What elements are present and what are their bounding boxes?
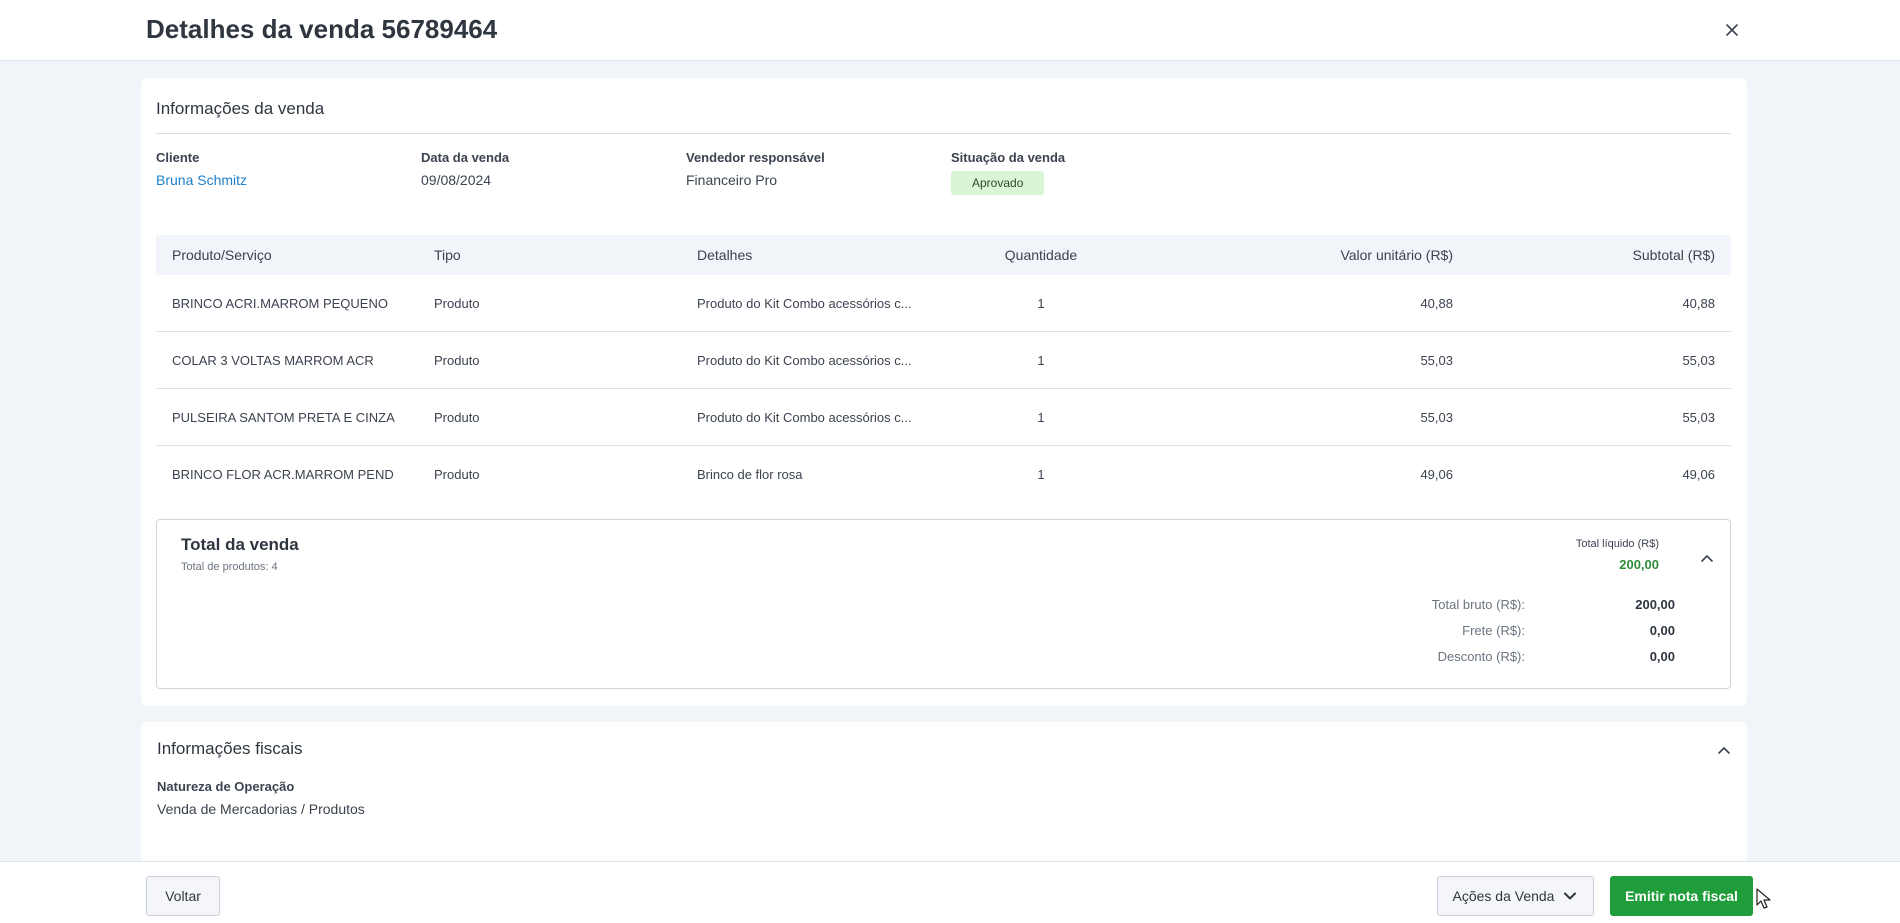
product-subtotal: 55,03 — [1682, 352, 1715, 368]
products-table: Produto/Serviço Tipo Detalhes Quantidade… — [156, 235, 1731, 503]
product-name: BRINCO FLOR ACR.MARROM PEND — [172, 467, 394, 482]
shipping-label: Frete (R$): — [1462, 623, 1525, 638]
client-field: Cliente Bruna Schmitz — [156, 150, 247, 188]
sale-actions-label: Ações da Venda — [1452, 888, 1555, 904]
collapse-fiscal-button[interactable] — [1715, 742, 1733, 760]
sale-total-title: Total da venda — [181, 535, 299, 554]
fiscal-info-card: Informações fiscais Natureza de Operação… — [141, 722, 1747, 862]
discount-label: Desconto (R$): — [1437, 649, 1525, 664]
column-header-details: Detalhes — [697, 247, 753, 263]
table-row: BRINCO FLOR ACR.MARROM PEND Produto Brin… — [156, 446, 1731, 503]
client-label: Cliente — [156, 150, 200, 165]
product-details: Produto do Kit Combo acessórios c... — [697, 409, 912, 425]
column-header-type: Tipo — [434, 247, 461, 263]
product-type: Produto — [434, 409, 480, 425]
footer-bar: Voltar Ações da Venda Emitir nota fiscal — [0, 861, 1900, 923]
sale-info-card: Informações da venda Cliente Bruna Schmi… — [141, 78, 1747, 706]
product-details: Produto do Kit Combo acessórios c... — [697, 352, 912, 368]
product-subtotal: 55,03 — [1682, 409, 1715, 425]
close-icon — [1726, 24, 1738, 36]
chevron-up-icon — [1701, 555, 1713, 562]
status-badge: Aprovado — [951, 171, 1045, 195]
product-details: Produto do Kit Combo acessórios c... — [697, 295, 912, 311]
sale-info-title: Informações da venda — [156, 99, 325, 118]
back-button[interactable]: Voltar — [146, 876, 220, 916]
table-row: BRINCO ACRI.MARROM PEQUENO Produto Produ… — [156, 275, 1731, 332]
product-count: Total de produtos: 4 — [181, 561, 278, 573]
sale-actions-button[interactable]: Ações da Venda — [1437, 876, 1594, 916]
product-quantity: 1 — [1037, 409, 1045, 425]
product-type: Produto — [434, 352, 480, 368]
client-link[interactable]: Bruna Schmitz — [156, 172, 247, 188]
chevron-up-icon — [1718, 747, 1730, 754]
gross-total-value: 200,00 — [1635, 597, 1675, 612]
net-total-label: Total líquido (R$) — [1575, 538, 1659, 550]
collapse-totals-button[interactable] — [1698, 550, 1716, 568]
page-header: Detalhes da venda 56789464 — [0, 0, 1900, 61]
product-unit-price: 40,88 — [1420, 295, 1453, 311]
fiscal-info-title: Informações fiscais — [157, 739, 303, 758]
product-type: Produto — [434, 467, 480, 482]
discount-value: 0,00 — [1649, 649, 1675, 664]
shipping-row: Frete (R$): 0,00 — [1275, 623, 1675, 643]
product-type: Produto — [434, 295, 480, 311]
product-name: PULSEIRA SANTOM PRETA E CINZA — [172, 409, 395, 425]
gross-total-row: Total bruto (R$): 200,00 — [1275, 597, 1675, 617]
seller-label: Vendedor responsável — [686, 150, 825, 165]
product-name: COLAR 3 VOLTAS MARROM ACR — [172, 352, 374, 368]
column-header-quantity: Quantidade — [1004, 247, 1078, 263]
shipping-value: 0,00 — [1649, 623, 1675, 638]
operation-nature-label: Natureza de Operação — [157, 779, 295, 794]
column-header-product: Produto/Serviço — [172, 247, 272, 263]
sale-date-value: 09/08/2024 — [421, 172, 492, 188]
mouse-cursor-icon — [1756, 888, 1771, 909]
gross-total-label: Total bruto (R$): — [1431, 597, 1525, 612]
product-details: Brinco de flor rosa — [697, 467, 803, 482]
sale-date-label: Data da venda — [421, 150, 510, 165]
discount-row: Desconto (R$): 0,00 — [1275, 649, 1675, 669]
product-subtotal: 49,06 — [1682, 467, 1715, 482]
table-row: COLAR 3 VOLTAS MARROM ACR Produto Produt… — [156, 332, 1731, 389]
product-quantity: 1 — [1037, 467, 1045, 482]
product-unit-price: 55,03 — [1420, 352, 1453, 368]
table-row: PULSEIRA SANTOM PRETA E CINZA Produto Pr… — [156, 389, 1731, 446]
net-total-value: 200,00 — [1619, 557, 1659, 572]
product-unit-price: 49,06 — [1420, 467, 1453, 482]
status-label: Situação da venda — [951, 150, 1066, 165]
operation-nature-value: Venda de Mercadorias / Produtos — [157, 801, 365, 817]
product-quantity: 1 — [1037, 352, 1045, 368]
close-button[interactable] — [1718, 16, 1746, 44]
table-header: Produto/Serviço Tipo Detalhes Quantidade… — [156, 235, 1731, 275]
sale-total-panel: Total da venda Total de produtos: 4 Tota… — [156, 519, 1731, 689]
status-field: Situação da venda Aprovado — [951, 150, 1065, 195]
seller-field: Vendedor responsável Financeiro Pro — [686, 150, 825, 188]
divider — [156, 133, 1731, 134]
chevron-down-icon — [1564, 892, 1577, 900]
column-header-subtotal: Subtotal (R$) — [1632, 247, 1715, 263]
product-quantity: 1 — [1037, 295, 1045, 311]
product-name: BRINCO ACRI.MARROM PEQUENO — [172, 295, 388, 311]
sale-date-field: Data da venda 09/08/2024 — [421, 150, 509, 188]
seller-value: Financeiro Pro — [686, 172, 778, 188]
product-subtotal: 40,88 — [1682, 295, 1715, 311]
emit-invoice-button[interactable]: Emitir nota fiscal — [1610, 876, 1753, 916]
product-unit-price: 55,03 — [1420, 409, 1453, 425]
page-title: Detalhes da venda 56789464 — [146, 14, 498, 44]
column-header-unit-price: Valor unitário (R$) — [1340, 247, 1453, 263]
